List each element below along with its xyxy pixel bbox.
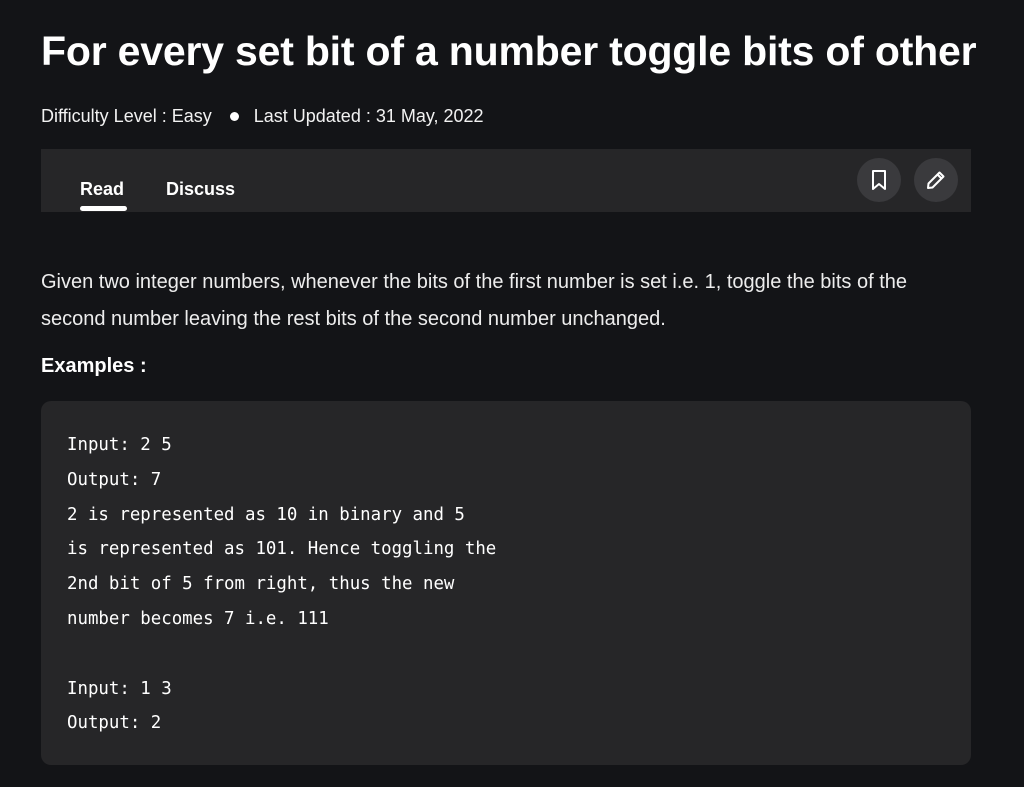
problem-description: Given two integer numbers, whenever the … [41,271,908,330]
code-line: Output: 7 [67,469,162,490]
tab-read[interactable]: Read [80,179,124,200]
pencil-icon [927,171,945,189]
code-line: number becomes 7 i.e. 111 [67,608,329,629]
code-lines: Input: 2 5 Output: 7 2 is represented as 1… [67,428,496,741]
difficulty-level: Difficulty Level : Easy [41,106,212,126]
code-line: Input: 1 3 [67,678,172,699]
code-line: is represented as 101. Hence toggling th… [67,539,497,560]
code-line: 2 is represented as 10 in binary and 5 [67,504,465,525]
code-line: Input: 2 5 [67,435,172,455]
bookmark-icon [872,170,886,190]
edit-button[interactable] [914,158,958,202]
article-tab-bar: Read Discuss [41,149,971,212]
example-code-block: Input: 2 5 Output: 7 2 is represented as 1… [41,401,971,765]
examples-heading: Examples : [41,355,147,377]
bookmark-button[interactable] [857,158,901,202]
last-updated: Last Updated : 31 May, 2022 [253,106,484,126]
code-line: 2nd bit of 5 from right, thus the new [67,574,455,595]
bullet-separator [229,112,239,121]
article-title: For every set bit of a number toggle bit… [41,28,977,74]
active-tab-indicator [80,206,127,211]
tab-discuss[interactable]: Discuss [166,179,235,200]
article-meta: Difficulty Level : Easy Last Updated : 3… [41,106,484,127]
code-line: Output: 2 [67,713,162,734]
